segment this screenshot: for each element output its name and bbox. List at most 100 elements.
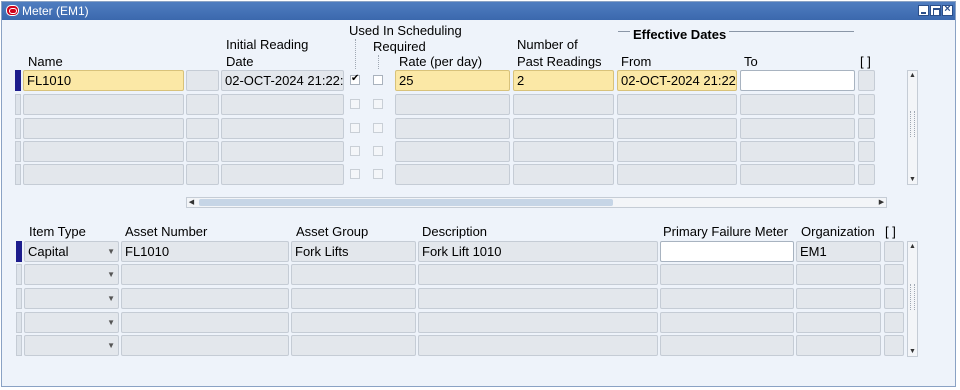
- asset-group-field[interactable]: [291, 335, 416, 356]
- rate-field[interactable]: [395, 94, 510, 115]
- past-readings-field[interactable]: [513, 94, 614, 115]
- initial-reading-date-field[interactable]: [221, 164, 344, 185]
- past-readings-field[interactable]: 2: [513, 70, 614, 91]
- rate-field[interactable]: [395, 164, 510, 185]
- scroll-grip[interactable]: [910, 284, 915, 310]
- initial-reading-date-field[interactable]: 02-OCT-2024 21:22:: [221, 70, 344, 91]
- meter-name-field[interactable]: [23, 141, 184, 162]
- asset-number-field[interactable]: [121, 312, 289, 333]
- item-type-select[interactable]: ▼: [24, 264, 119, 285]
- meter-folder-cell[interactable]: [858, 141, 875, 162]
- scroll-left-icon[interactable]: ◀: [187, 197, 196, 208]
- minimize-button[interactable]: [918, 5, 929, 16]
- row-indicator[interactable]: [16, 312, 22, 333]
- effective-from-field[interactable]: [617, 118, 737, 139]
- chevron-down-icon[interactable]: ▼: [107, 289, 115, 308]
- scroll-up-icon[interactable]: ▲: [908, 71, 917, 80]
- asset-folder-cell[interactable]: [884, 288, 904, 309]
- effective-to-field[interactable]: [740, 141, 855, 162]
- asset-group-field[interactable]: Fork Lifts: [291, 241, 416, 262]
- row-indicator[interactable]: [15, 164, 21, 185]
- initial-reading-date-field[interactable]: [221, 94, 344, 115]
- past-readings-field[interactable]: [513, 164, 614, 185]
- item-type-select[interactable]: ▼: [24, 288, 119, 309]
- initial-reading-date-field[interactable]: [221, 141, 344, 162]
- meter-name-field[interactable]: [23, 94, 184, 115]
- assets-folder-button[interactable]: [ ]: [885, 224, 896, 240]
- scroll-right-icon[interactable]: ▶: [877, 197, 886, 208]
- asset-folder-cell[interactable]: [884, 241, 904, 262]
- asset-folder-cell[interactable]: [884, 264, 904, 285]
- asset-folder-cell[interactable]: [884, 312, 904, 333]
- asset-number-field[interactable]: [121, 264, 289, 285]
- meter-name-field[interactable]: [23, 118, 184, 139]
- horizontal-scroll-thumb[interactable]: [199, 199, 613, 206]
- organization-field[interactable]: [796, 335, 881, 356]
- meter-extra-field[interactable]: [186, 118, 219, 139]
- meter-extra-field[interactable]: [186, 94, 219, 115]
- asset-number-field[interactable]: [121, 288, 289, 309]
- used-in-scheduling-checkbox[interactable]: [350, 123, 360, 133]
- meter-name-field[interactable]: FL1010: [23, 70, 184, 91]
- effective-to-field[interactable]: [740, 70, 855, 91]
- meters-vertical-scrollbar[interactable]: ▲ ▼: [907, 70, 918, 185]
- chevron-down-icon[interactable]: ▼: [107, 242, 115, 261]
- used-in-scheduling-checkbox[interactable]: [350, 169, 360, 179]
- asset-group-field[interactable]: [291, 264, 416, 285]
- asset-number-field[interactable]: FL1010: [121, 241, 289, 262]
- row-indicator[interactable]: [15, 94, 21, 115]
- primary-failure-meter-field[interactable]: [660, 264, 794, 285]
- assets-vertical-scrollbar[interactable]: ▲ ▼: [907, 241, 918, 357]
- meter-folder-cell[interactable]: [858, 70, 875, 91]
- asset-group-field[interactable]: [291, 312, 416, 333]
- asset-number-field[interactable]: [121, 335, 289, 356]
- meter-folder-cell[interactable]: [858, 118, 875, 139]
- required-checkbox[interactable]: [373, 146, 383, 156]
- used-in-scheduling-checkbox[interactable]: [350, 72, 360, 86]
- row-indicator-current[interactable]: [15, 70, 21, 91]
- scroll-down-icon[interactable]: ▼: [908, 175, 917, 184]
- description-field[interactable]: [418, 312, 658, 333]
- meters-horizontal-scrollbar[interactable]: ◀ ▶: [186, 197, 887, 208]
- row-indicator[interactable]: [16, 335, 22, 356]
- effective-to-field[interactable]: [740, 164, 855, 185]
- required-checkbox[interactable]: [373, 123, 383, 133]
- item-type-select[interactable]: ▼: [24, 335, 119, 356]
- organization-field[interactable]: [796, 264, 881, 285]
- item-type-select[interactable]: ▼: [24, 312, 119, 333]
- primary-failure-meter-field[interactable]: [660, 312, 794, 333]
- organization-field[interactable]: [796, 288, 881, 309]
- rate-field[interactable]: [395, 118, 510, 139]
- chevron-down-icon[interactable]: ▼: [107, 336, 115, 355]
- description-field[interactable]: [418, 264, 658, 285]
- used-in-scheduling-checkbox[interactable]: [350, 99, 360, 109]
- description-field[interactable]: [418, 288, 658, 309]
- meter-extra-field[interactable]: [186, 141, 219, 162]
- used-in-scheduling-checkbox[interactable]: [350, 146, 360, 156]
- organization-field[interactable]: EM1: [796, 241, 881, 262]
- description-field[interactable]: [418, 335, 658, 356]
- meter-extra-field[interactable]: [186, 70, 219, 91]
- scroll-down-icon[interactable]: ▼: [908, 347, 917, 356]
- initial-reading-date-field[interactable]: [221, 118, 344, 139]
- effective-to-field[interactable]: [740, 94, 855, 115]
- effective-from-field[interactable]: [617, 94, 737, 115]
- chevron-down-icon[interactable]: ▼: [107, 265, 115, 284]
- item-type-select[interactable]: Capital ▼: [24, 241, 119, 262]
- meter-folder-cell[interactable]: [858, 94, 875, 115]
- rate-field[interactable]: [395, 141, 510, 162]
- primary-failure-meter-field[interactable]: [660, 288, 794, 309]
- primary-failure-meter-field[interactable]: [660, 241, 794, 262]
- row-indicator[interactable]: [15, 118, 21, 139]
- row-indicator[interactable]: [15, 141, 21, 162]
- asset-folder-cell[interactable]: [884, 335, 904, 356]
- meter-name-field[interactable]: [23, 164, 184, 185]
- scroll-grip[interactable]: [910, 111, 915, 137]
- effective-from-field[interactable]: 02-OCT-2024 21:22:: [617, 70, 737, 91]
- primary-failure-meter-field[interactable]: [660, 335, 794, 356]
- rate-field[interactable]: 25: [395, 70, 510, 91]
- effective-to-field[interactable]: [740, 118, 855, 139]
- effective-from-field[interactable]: [617, 164, 737, 185]
- asset-group-field[interactable]: [291, 288, 416, 309]
- organization-field[interactable]: [796, 312, 881, 333]
